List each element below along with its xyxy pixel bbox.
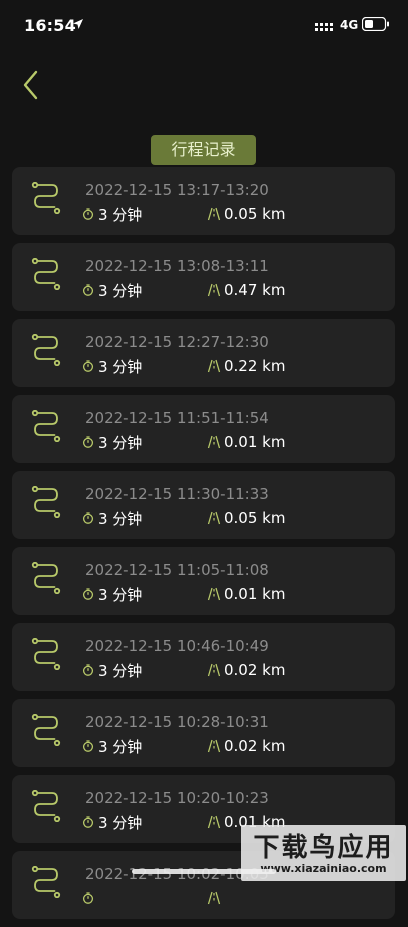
- trip-distance: 0.05 km: [207, 205, 285, 223]
- battery-icon: [362, 17, 389, 31]
- trip-card[interactable]: 2022-12-15 11:51-11:54 3 分钟 0.01 km: [12, 395, 395, 463]
- trip-duration-value: 3 分钟: [98, 433, 143, 452]
- trip-datetime: 2022-12-15 11:05-11:08: [85, 561, 269, 579]
- trip-datetime: 2022-12-15 11:30-11:33: [85, 485, 269, 503]
- watermark-title: 下载鸟应用: [253, 833, 394, 863]
- trip-card[interactable]: 2022-12-15 10:46-10:49 3 分钟 0.02 km: [12, 623, 395, 691]
- trip-duration-value: 3 分钟: [98, 281, 143, 300]
- trip-distance-value: 0.22 km: [224, 357, 286, 375]
- trip-datetime: 2022-12-15 13:08-13:11: [85, 257, 269, 275]
- trip-distance-value: 0.01 km: [224, 585, 286, 603]
- trip-distance: 0.01 km: [207, 433, 285, 451]
- road-icon: [207, 739, 221, 753]
- trip-card[interactable]: 2022-12-15 11:05-11:08 3 分钟 0.01 km: [12, 547, 395, 615]
- trip-duration: 3 分钟: [82, 357, 143, 376]
- trip-datetime: 2022-12-15 10:28-10:31: [85, 713, 269, 731]
- trip-datetime: 2022-12-15 12:27-12:30: [85, 333, 269, 351]
- timer-icon: [82, 664, 94, 676]
- trip-card[interactable]: 2022-12-15 13:08-13:11 3 分钟 0.47 km: [12, 243, 395, 311]
- trip-duration-value: 3 分钟: [98, 585, 143, 604]
- network-type: 4G: [340, 18, 359, 32]
- signal-icon: [315, 23, 333, 31]
- trip-card[interactable]: 2022-12-15 11:30-11:33 3 分钟 0.05 km: [12, 471, 395, 539]
- trip-distance: 0.22 km: [207, 357, 285, 375]
- road-icon: [207, 435, 221, 449]
- timer-icon: [82, 892, 94, 904]
- trip-distance: 0.02 km: [207, 661, 285, 679]
- trip-duration-value: 3 分钟: [98, 737, 143, 756]
- status-time: 16:54: [24, 16, 76, 35]
- trip-distance: 0.01 km: [207, 585, 285, 603]
- road-icon: [207, 587, 221, 601]
- trip-distance-value: 0.02 km: [224, 661, 286, 679]
- timer-icon: [82, 740, 94, 752]
- trip-distance-value: 0.02 km: [224, 737, 286, 755]
- trip-duration: 3 分钟: [82, 433, 143, 452]
- route-icon: [31, 410, 61, 442]
- trip-duration-value: 3 分钟: [98, 661, 143, 680]
- trip-duration: 3 分钟: [82, 813, 143, 832]
- road-icon: [207, 891, 221, 905]
- route-icon: [31, 790, 61, 822]
- route-icon: [31, 182, 61, 214]
- trip-distance-value: 0.05 km: [224, 205, 286, 223]
- route-icon: [31, 258, 61, 290]
- timer-icon: [82, 816, 94, 828]
- trip-distance: 0.47 km: [207, 281, 285, 299]
- trip-duration: 3 分钟: [82, 737, 143, 756]
- road-icon: [207, 359, 221, 373]
- trip-duration: [82, 889, 98, 907]
- trip-duration: 3 分钟: [82, 585, 143, 604]
- trip-distance: [207, 889, 224, 907]
- trip-distance-value: 0.47 km: [224, 281, 286, 299]
- trip-datetime: 2022-12-15 10:20-10:23: [85, 789, 269, 807]
- trip-datetime: 2022-12-15 11:51-11:54: [85, 409, 269, 427]
- trip-card[interactable]: 2022-12-15 12:27-12:30 3 分钟 0.22 km: [12, 319, 395, 387]
- trip-card[interactable]: 2022-12-15 10:28-10:31 3 分钟 0.02 km: [12, 699, 395, 767]
- trip-duration: 3 分钟: [82, 205, 143, 224]
- route-icon: [31, 714, 61, 746]
- timer-icon: [82, 588, 94, 600]
- trip-duration: 3 分钟: [82, 509, 143, 528]
- trip-duration-value: 3 分钟: [98, 509, 143, 528]
- location-arrow-icon: [73, 19, 83, 29]
- route-icon: [31, 638, 61, 670]
- trip-distance-value: 0.05 km: [224, 509, 286, 527]
- route-icon: [31, 334, 61, 366]
- home-indicator[interactable]: [132, 869, 276, 874]
- trip-duration: 3 分钟: [82, 661, 143, 680]
- trip-distance-value: 0.01 km: [224, 433, 286, 451]
- route-icon: [31, 562, 61, 594]
- road-icon: [207, 511, 221, 525]
- trip-datetime: 2022-12-15 13:17-13:20: [85, 181, 269, 199]
- trip-card[interactable]: 2022-12-15 13:17-13:20 3 分钟 0.05 km: [12, 167, 395, 235]
- road-icon: [207, 283, 221, 297]
- road-icon: [207, 207, 221, 221]
- road-icon: [207, 815, 221, 829]
- timer-icon: [82, 208, 94, 220]
- trip-duration: 3 分钟: [82, 281, 143, 300]
- trip-duration-value: 3 分钟: [98, 813, 143, 832]
- timer-icon: [82, 436, 94, 448]
- trip-distance: 0.02 km: [207, 737, 285, 755]
- back-button[interactable]: [18, 68, 46, 102]
- road-icon: [207, 663, 221, 677]
- trip-datetime: 2022-12-15 10:46-10:49: [85, 637, 269, 655]
- timer-icon: [82, 284, 94, 296]
- route-icon: [31, 866, 61, 898]
- status-bar: 16:54 4G: [0, 0, 408, 52]
- trip-duration-value: 3 分钟: [98, 205, 143, 224]
- timer-icon: [82, 512, 94, 524]
- trip-duration-value: 3 分钟: [98, 357, 143, 376]
- trip-list: 2022-12-15 13:17-13:20 3 分钟 0.05 km 2022…: [12, 167, 395, 927]
- route-icon: [31, 486, 61, 518]
- trip-distance: 0.05 km: [207, 509, 285, 527]
- page-title: 行程记录: [151, 135, 256, 165]
- timer-icon: [82, 360, 94, 372]
